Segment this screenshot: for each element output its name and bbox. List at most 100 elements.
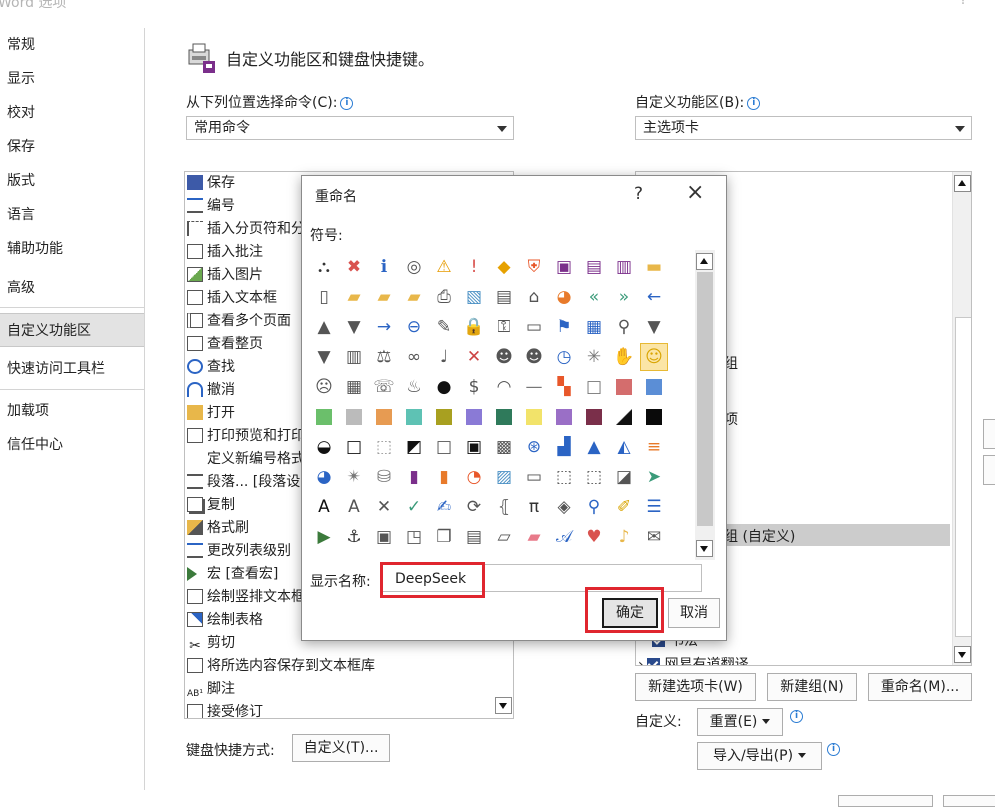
list-item[interactable]: 绘制竖排文本框 xyxy=(187,586,305,609)
dash-icon[interactable]: — xyxy=(520,373,548,401)
target-icon[interactable]: ◎ xyxy=(400,253,428,281)
tree-item-youdao[interactable]: › 网易有道翻译 xyxy=(638,654,749,665)
search-icon[interactable]: ⚲ xyxy=(610,313,638,341)
mute-icon[interactable]: ✕ xyxy=(460,343,488,371)
pi-icon[interactable]: π xyxy=(520,493,548,521)
diagonal-icon[interactable]: ◪ xyxy=(610,463,638,491)
dashed-rect2-icon[interactable]: ⬚ xyxy=(580,463,608,491)
color-swatch-icon[interactable] xyxy=(340,403,368,431)
color-swatch-icon[interactable] xyxy=(640,403,668,431)
lock-icon[interactable]: 🔒 xyxy=(460,313,488,341)
list-item[interactable]: 编号 xyxy=(187,195,235,218)
color-swatch-icon[interactable] xyxy=(310,403,338,431)
choose-commands-select[interactable]: 常用命令 xyxy=(186,116,514,140)
new-tab-button[interactable]: 新建选项卡(W) xyxy=(635,673,756,701)
folder-upload-icon[interactable]: ▰ xyxy=(370,283,398,311)
cross-icon[interactable]: ✕ xyxy=(370,493,398,521)
copy2-icon[interactable]: ❐ xyxy=(430,523,458,551)
envelope-open-icon[interactable]: ✉ xyxy=(640,523,668,551)
scroll-up-button[interactable] xyxy=(954,175,971,192)
cylinder-icon[interactable]: ⛁ xyxy=(370,463,398,491)
flag-icon[interactable]: ⚑ xyxy=(550,313,578,341)
toolbox-icon[interactable]: ▣ xyxy=(370,523,398,551)
list-icon[interactable]: ☰ xyxy=(640,493,668,521)
list-item[interactable]: 插入批注 xyxy=(187,241,263,264)
color-swatch-icon[interactable]: □ xyxy=(580,373,608,401)
list-item[interactable]: 定义新编号格式 xyxy=(187,448,305,471)
image-wave-icon[interactable]: ▨ xyxy=(490,463,518,491)
bar-box-icon[interactable]: ▣ xyxy=(460,433,488,461)
filter-icon[interactable]: ▼ xyxy=(640,313,668,341)
bars-h-icon[interactable]: ≡ xyxy=(640,433,668,461)
eraser-icon[interactable]: ▰ xyxy=(520,523,548,551)
list-item[interactable]: 查看多个页面 xyxy=(187,310,291,333)
network-icon[interactable]: ⛬ xyxy=(310,253,338,281)
scroll-thumb[interactable] xyxy=(955,317,971,637)
smiley-icon[interactable]: ☺ xyxy=(640,343,668,371)
list-item[interactable]: 绘制表格 xyxy=(187,609,263,632)
list-item[interactable]: 将所选内容保存到文本框库 xyxy=(187,655,375,678)
color-swatch-icon[interactable] xyxy=(610,373,638,401)
list-item[interactable]: AB¹ 脚注 xyxy=(187,678,235,701)
circle-arrow-icon[interactable]: ⊛ xyxy=(520,433,548,461)
warning-icon[interactable]: ⚠ xyxy=(430,253,458,281)
book-orange-icon[interactable]: ▮ xyxy=(430,463,458,491)
list-item[interactable]: 插入分页符和分 xyxy=(187,218,305,241)
bucket-icon[interactable]: ◈ xyxy=(550,493,578,521)
symbol-scrollbar[interactable] xyxy=(695,250,715,560)
clock-icon[interactable]: ◷ xyxy=(550,343,578,371)
list-item[interactable]: 打开 xyxy=(187,402,235,425)
new-group-button[interactable]: 新建组(N) xyxy=(767,673,857,701)
list-item[interactable]: 接受修订 xyxy=(187,701,263,718)
box-outline-icon[interactable]: □ xyxy=(340,433,368,461)
left-arrow-icon[interactable]: ← xyxy=(640,283,668,311)
triangle-up-icon[interactable]: ▲ xyxy=(310,313,338,341)
list-item[interactable]: 更改列表级别 xyxy=(187,540,291,563)
sad-icon[interactable]: ☹ xyxy=(310,373,338,401)
edit-check-icon[interactable]: ✍ xyxy=(430,493,458,521)
ball-icon[interactable]: ● xyxy=(430,373,458,401)
book-purple-icon[interactable]: ▮ xyxy=(400,463,428,491)
rect-outline-icon[interactable]: ▭ xyxy=(520,463,548,491)
search2-icon[interactable]: ⚲ xyxy=(580,493,608,521)
list-item[interactable]: 复制 xyxy=(187,494,235,517)
scroll-down-button[interactable] xyxy=(696,540,713,557)
mountain-icon[interactable]: ◭ xyxy=(610,433,638,461)
error-icon[interactable]: ✖ xyxy=(340,253,368,281)
pie-chart-icon[interactable]: ◕ xyxy=(550,283,578,311)
save-all-icon[interactable]: ▤ xyxy=(580,253,608,281)
nav-item-customize-ribbon[interactable]: 自定义功能区 xyxy=(0,313,144,347)
color-swatch-icon[interactable] xyxy=(550,403,578,431)
nav-item-save[interactable]: 保存 xyxy=(0,130,144,164)
list-item[interactable]: 打印预览和打印 xyxy=(187,425,305,448)
list-item[interactable]: 查看整页 xyxy=(187,333,263,356)
symbol-grid[interactable]: ⛬ ✖ ℹ ◎ ⚠! ◆ ⛨ ▣ ▤ ▥ ▬ ▯ ▰ ▰ ▰ ⎙ ▧ ▤ ⌂ ◕ «» ← ▲ ▼ → ⊖ ✎ 🔒 ⚿ ▭ ⚑ ▦ ⚲ ▼ ▼ ▥ ⚖ ∞… xyxy=(310,250,700,560)
home-icon[interactable]: ⌂ xyxy=(520,283,548,311)
color-swatch-icon[interactable] xyxy=(400,403,428,431)
letter-a-icon[interactable]: A xyxy=(310,493,338,521)
half-square-icon[interactable]: ◒ xyxy=(310,433,338,461)
list-item[interactable]: 插入文本框 xyxy=(187,287,277,310)
color-swatch-icon[interactable] xyxy=(640,373,668,401)
checker-icon[interactable]: ▩ xyxy=(490,433,518,461)
chevron-right-icon[interactable]: › xyxy=(638,657,644,665)
close-icon[interactable]: × xyxy=(686,180,704,205)
sparkle-icon[interactable]: ✳ xyxy=(580,343,608,371)
nav-item-trust-center[interactable]: 信任中心 xyxy=(0,428,144,462)
picture-icon[interactable]: ▧ xyxy=(460,283,488,311)
calculator-icon[interactable]: ▦ xyxy=(340,373,368,401)
info-icon[interactable]: i xyxy=(790,710,803,723)
window-icon[interactable]: ▦ xyxy=(580,313,608,341)
double-left-icon[interactable]: « xyxy=(580,283,608,311)
dollar-icon[interactable]: $ xyxy=(460,373,488,401)
play-icon[interactable]: ▶ xyxy=(310,523,338,551)
color-swatch-icon[interactable] xyxy=(370,403,398,431)
scroll-thumb[interactable] xyxy=(697,272,713,526)
flow-icon[interactable]: ➤ xyxy=(640,463,668,491)
nav-item-display[interactable]: 显示 xyxy=(0,62,144,96)
pie2-icon[interactable]: ◕ xyxy=(310,463,338,491)
double-right-icon[interactable]: » xyxy=(610,283,638,311)
folder-share-icon[interactable]: ▰ xyxy=(400,283,428,311)
scroll-up-button[interactable] xyxy=(696,253,713,270)
rings-icon[interactable]: ∞ xyxy=(400,343,428,371)
